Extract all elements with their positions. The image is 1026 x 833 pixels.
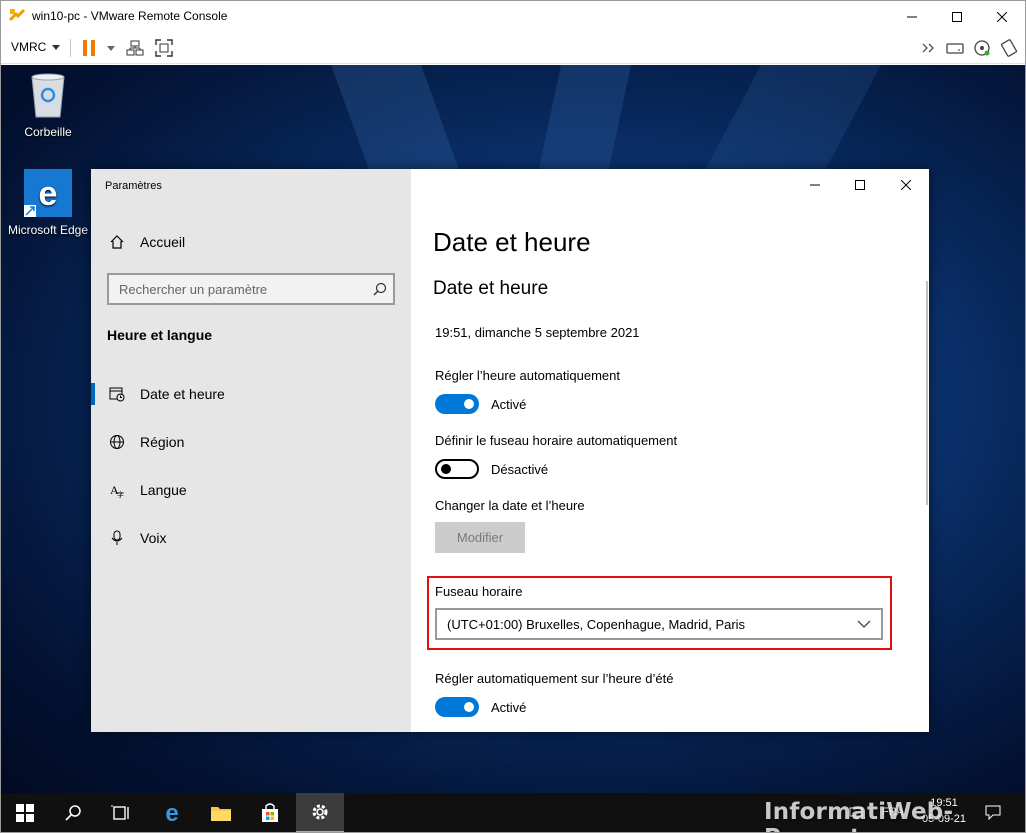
globe-icon xyxy=(108,433,126,451)
task-view-button[interactable] xyxy=(97,793,145,832)
svg-text:字: 字 xyxy=(117,490,124,498)
usb-device-icon[interactable] xyxy=(999,38,1019,58)
search-input[interactable] xyxy=(109,275,359,303)
auto-time-label: Régler l’heure automatiquement xyxy=(435,368,620,383)
network-devices-icon[interactable] xyxy=(125,38,145,58)
svg-text:e: e xyxy=(39,175,58,213)
desktop-icon-label: Corbeille xyxy=(24,125,72,139)
nav-item-label: Langue xyxy=(140,482,187,498)
nav-item-label: Voix xyxy=(140,530,167,546)
windows-logo-icon xyxy=(16,804,34,822)
nav-item-label: Date et heure xyxy=(140,386,225,402)
fullscreen-icon[interactable] xyxy=(154,38,174,58)
timezone-dropdown[interactable]: (UTC+01:00) Bruxelles, Copenhague, Madri… xyxy=(435,608,883,640)
home-icon xyxy=(108,233,126,251)
search-icon xyxy=(65,805,81,821)
toggle-knob xyxy=(464,702,474,712)
nav-item-label: Région xyxy=(140,434,185,450)
timezone-label: Fuseau horaire xyxy=(435,584,523,599)
change-datetime-label: Changer la date et l’heure xyxy=(435,498,585,513)
nav-date-time[interactable]: Date et heure xyxy=(91,374,411,414)
vmrc-window-title: win10-pc - VMware Remote Console xyxy=(32,9,228,23)
auto-time-toggle-row: Activé xyxy=(435,394,526,414)
vmrc-title-bar: win10-pc - VMware Remote Console xyxy=(1,1,1025,32)
toggle-knob xyxy=(464,399,474,409)
folder-icon xyxy=(211,807,231,821)
recycle-bin-icon xyxy=(31,73,65,118)
nav-home[interactable]: Accueil xyxy=(91,222,411,262)
taskbar-search-button[interactable] xyxy=(49,793,97,832)
vmrc-window: win10-pc - VMware Remote Console VMRC Co… xyxy=(0,0,1026,833)
watermark-text: InformatiWeb-Pro.net xyxy=(764,799,954,832)
taskbar-settings-button[interactable] xyxy=(296,793,344,832)
dst-state: Activé xyxy=(491,699,527,715)
hard-disk-icon[interactable] xyxy=(945,38,965,58)
timezone-value: (UTC+01:00) Bruxelles, Copenhague, Madri… xyxy=(447,616,746,632)
taskbar-explorer-button[interactable] xyxy=(197,793,245,832)
vmrc-toolbar: VMRC xyxy=(1,32,1025,64)
edge-icon: e xyxy=(24,169,72,217)
settings-window-title: Paramètres xyxy=(105,180,162,192)
settings-close-button[interactable] xyxy=(883,169,929,201)
toolbar-separator xyxy=(70,39,71,57)
content-scrollbar[interactable] xyxy=(926,281,928,505)
start-button[interactable] xyxy=(1,793,49,832)
chevron-down-icon xyxy=(857,620,871,628)
dst-toggle-row: Activé xyxy=(435,697,526,717)
gear-icon xyxy=(312,804,328,820)
page-title: Date et heure xyxy=(433,227,591,257)
vmrc-menu-label: VMRC xyxy=(11,40,47,54)
desktop-icon-label: Microsoft Edge xyxy=(7,223,89,237)
desktop-icon-edge[interactable]: e Microsoft Edge xyxy=(4,169,92,237)
settings-maximize-button[interactable] xyxy=(837,169,883,201)
taskbar-edge-button[interactable]: e xyxy=(148,793,196,832)
power-options-chevron-icon[interactable] xyxy=(101,38,121,58)
language-icon: A字 xyxy=(108,481,126,499)
nav-language[interactable]: A字 Langue xyxy=(91,470,411,510)
dst-label: Régler automatiquement sur l’heure d’été xyxy=(435,671,674,686)
cd-drive-icon[interactable] xyxy=(972,38,992,58)
desktop-icon-recycle-bin[interactable]: Corbeille xyxy=(4,71,92,139)
auto-time-state: Activé xyxy=(491,396,527,412)
maximize-button[interactable] xyxy=(934,1,980,32)
nav-region[interactable]: Région xyxy=(91,422,411,462)
vmrc-menu-button[interactable]: VMRC xyxy=(11,40,61,54)
auto-timezone-state: Désactivé xyxy=(491,461,549,477)
double-chevron-right-icon[interactable] xyxy=(919,38,939,58)
auto-timezone-toggle[interactable] xyxy=(435,459,479,479)
vmware-app-icon xyxy=(8,8,26,24)
settings-minimize-button[interactable] xyxy=(792,169,838,201)
edge-icon: e xyxy=(165,802,178,824)
current-datetime: 19:51, dimanche 5 septembre 2021 xyxy=(435,325,640,340)
task-view-icon xyxy=(111,805,129,820)
nav-home-label: Accueil xyxy=(140,234,186,250)
settings-search-box[interactable] xyxy=(107,273,395,305)
section-heading: Heure et langue xyxy=(107,327,213,343)
pause-icon[interactable] xyxy=(79,38,99,58)
svg-text:e: e xyxy=(165,802,178,824)
settings-sidebar: Paramètres Accueil Heure et langue Date … xyxy=(91,169,411,732)
settings-window: Paramètres Accueil Heure et langue Date … xyxy=(91,169,929,732)
section-subtitle: Date et heure xyxy=(433,278,549,299)
calendar-clock-icon xyxy=(108,385,126,403)
close-button[interactable] xyxy=(979,1,1025,32)
dst-toggle[interactable] xyxy=(435,697,479,717)
modify-button[interactable]: Modifier xyxy=(435,522,525,553)
search-icon[interactable] xyxy=(373,282,387,301)
settings-content: Date et heure Date et heure 19:51, diman… xyxy=(411,169,929,732)
nav-voice[interactable]: Voix xyxy=(91,518,411,558)
minimize-button[interactable] xyxy=(889,1,935,32)
store-icon xyxy=(262,803,278,822)
microphone-icon xyxy=(108,529,126,547)
auto-time-toggle[interactable] xyxy=(435,394,479,414)
auto-timezone-label: Définir le fuseau horaire automatiquemen… xyxy=(435,433,678,448)
taskbar-store-button[interactable] xyxy=(246,793,294,832)
auto-timezone-toggle-row: Désactivé xyxy=(435,459,548,479)
toggle-knob xyxy=(441,464,451,474)
chevron-down-icon xyxy=(52,44,61,50)
